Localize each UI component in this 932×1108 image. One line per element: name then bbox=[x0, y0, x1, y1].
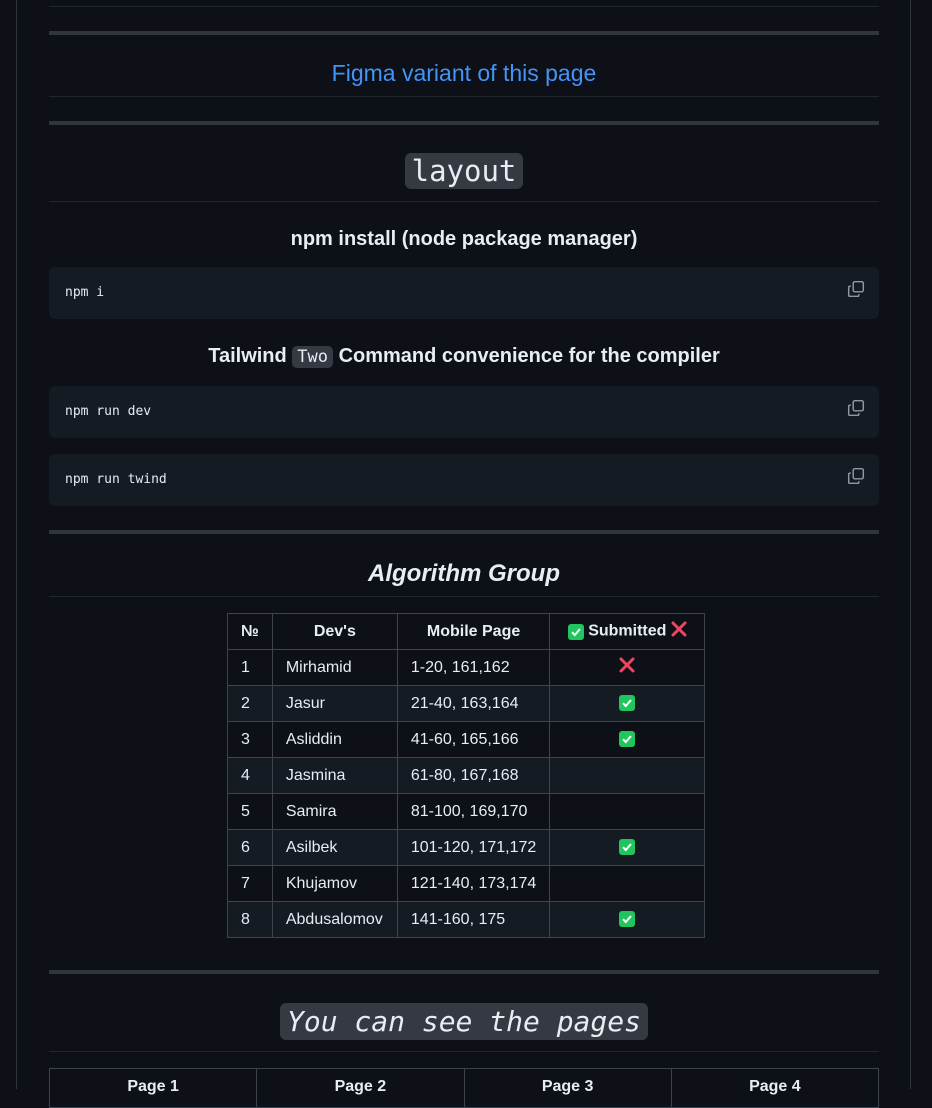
dev-name: Mirhamid bbox=[271, 649, 398, 686]
dev-name: Khujamov bbox=[271, 865, 398, 902]
cross-mark-icon bbox=[619, 657, 635, 678]
code-command[interactable]: npm run dev bbox=[65, 404, 151, 419]
divider bbox=[49, 96, 879, 97]
mobile-pages: 61-80, 167,168 bbox=[396, 757, 551, 794]
column-header-page-2: Page 2 bbox=[257, 1069, 465, 1107]
mobile-pages: 101-120, 171,172 bbox=[396, 829, 551, 866]
column-header-page-4: Page 4 bbox=[749, 1078, 801, 1095]
column-header-submitted: Submitted bbox=[549, 613, 706, 650]
readme-content: Figma variant of this page layout npm in… bbox=[49, 0, 879, 1108]
submitted-status bbox=[549, 685, 706, 722]
column-header-page-3: Page 3 bbox=[465, 1069, 672, 1107]
column-header-devs: Dev's bbox=[271, 613, 398, 650]
divider bbox=[49, 201, 879, 202]
mobile-pages: 141-160, 175 bbox=[396, 901, 551, 938]
tailwind-heading: Tailwind Two Command convenience for the… bbox=[49, 345, 879, 368]
tailwind-heading-code: Two bbox=[292, 346, 334, 368]
layout-heading-code: layout bbox=[404, 153, 524, 189]
pages-heading: You can see the pages bbox=[49, 1003, 879, 1040]
tailwind-heading-text: Command convenience for the compiler bbox=[338, 345, 720, 367]
check-mark-button-icon bbox=[619, 695, 636, 712]
row-number: 2 bbox=[227, 685, 273, 722]
submitted-status bbox=[549, 757, 706, 794]
table-row: 1 Mirhamid 1-20, 161,162 bbox=[227, 649, 706, 686]
pages-table-header: Page 1 Page 2 Page 3 Page 4 bbox=[49, 1068, 879, 1108]
algorithm-group-table: № Dev's Mobile Page Submitted 1 Mirhamid 1… bbox=[227, 613, 706, 938]
submitted-status bbox=[549, 649, 706, 686]
npm-install-heading: npm install (node package manager) bbox=[290, 228, 638, 250]
submitted-label: Submitted bbox=[588, 622, 667, 640]
table-header-row: № Dev's Mobile Page Submitted bbox=[227, 613, 706, 650]
column-header-page-1: Page 1 bbox=[50, 1069, 258, 1107]
dev-name: Abdusalomov bbox=[271, 901, 398, 938]
check-mark-button-icon bbox=[619, 911, 636, 928]
row-number: 1 bbox=[227, 649, 273, 686]
dev-name: Jasmina bbox=[271, 757, 398, 794]
submitted-status bbox=[549, 829, 706, 866]
submitted-status bbox=[549, 793, 706, 830]
row-number: 3 bbox=[227, 721, 273, 758]
layout-heading: layout bbox=[49, 153, 879, 189]
mobile-pages: 21-40, 163,164 bbox=[396, 685, 551, 722]
row-number: 4 bbox=[227, 757, 273, 794]
algorithm-group-heading: Algorithm Group bbox=[368, 560, 560, 587]
copy-icon[interactable] bbox=[847, 467, 865, 485]
code-block-npm-run-dev: npm run dev bbox=[49, 386, 879, 438]
dev-name: Asliddin bbox=[271, 721, 398, 758]
divider bbox=[49, 6, 879, 7]
submitted-status bbox=[549, 901, 706, 938]
copy-icon[interactable] bbox=[847, 399, 865, 417]
mobile-pages: 81-100, 169,170 bbox=[396, 793, 551, 830]
code-command[interactable]: npm i bbox=[65, 285, 104, 300]
row-number: 7 bbox=[227, 865, 273, 902]
section-rule bbox=[49, 530, 879, 534]
column-header-number: № bbox=[227, 613, 273, 650]
section-rule bbox=[49, 970, 879, 974]
table-row: 8 Abdusalomov 141-160, 175 bbox=[227, 901, 706, 938]
row-number: 6 bbox=[227, 829, 273, 866]
submitted-status bbox=[549, 865, 706, 902]
column-header-mobile-page: Mobile Page bbox=[396, 613, 551, 650]
section-rule bbox=[49, 31, 879, 35]
submitted-status bbox=[549, 721, 706, 758]
mobile-pages: 1-20, 161,162 bbox=[396, 649, 551, 686]
code-block-npm-run-twind: npm run twind bbox=[49, 454, 879, 506]
check-mark-button-icon bbox=[567, 623, 584, 640]
check-mark-button-icon bbox=[619, 731, 636, 748]
table-row: 2 Jasur 21-40, 163,164 bbox=[227, 685, 706, 722]
table-row: 3 Asliddin 41-60, 165,166 bbox=[227, 721, 706, 758]
table-row: 6 Asilbek 101-120, 171,172 bbox=[227, 829, 706, 866]
mobile-pages: 41-60, 165,166 bbox=[396, 721, 551, 758]
code-command[interactable]: npm run twind bbox=[65, 472, 167, 487]
row-number: 5 bbox=[227, 793, 273, 830]
section-rule bbox=[49, 121, 879, 125]
code-block-npm-install: npm i bbox=[49, 267, 879, 319]
dev-name: Jasur bbox=[271, 685, 398, 722]
divider bbox=[49, 596, 879, 597]
check-mark-button-icon bbox=[619, 839, 636, 856]
pages-heading-code: You can see the pages bbox=[279, 1003, 648, 1040]
divider bbox=[49, 1051, 879, 1052]
figma-variant-link[interactable]: Figma variant of this page bbox=[49, 60, 879, 87]
copy-icon[interactable] bbox=[847, 280, 865, 298]
table-row: 5 Samira 81-100, 169,170 bbox=[227, 793, 706, 830]
table-row: 7 Khujamov 121-140, 173,174 bbox=[227, 865, 706, 902]
table-row: 4 Jasmina 61-80, 167,168 bbox=[227, 757, 706, 794]
mobile-pages: 121-140, 173,174 bbox=[396, 865, 551, 902]
dev-name: Samira bbox=[271, 793, 398, 830]
dev-name: Asilbek bbox=[271, 829, 398, 866]
tailwind-heading-text: Tailwind bbox=[208, 345, 287, 367]
row-number: 8 bbox=[227, 901, 273, 938]
cross-mark-icon bbox=[671, 621, 687, 642]
